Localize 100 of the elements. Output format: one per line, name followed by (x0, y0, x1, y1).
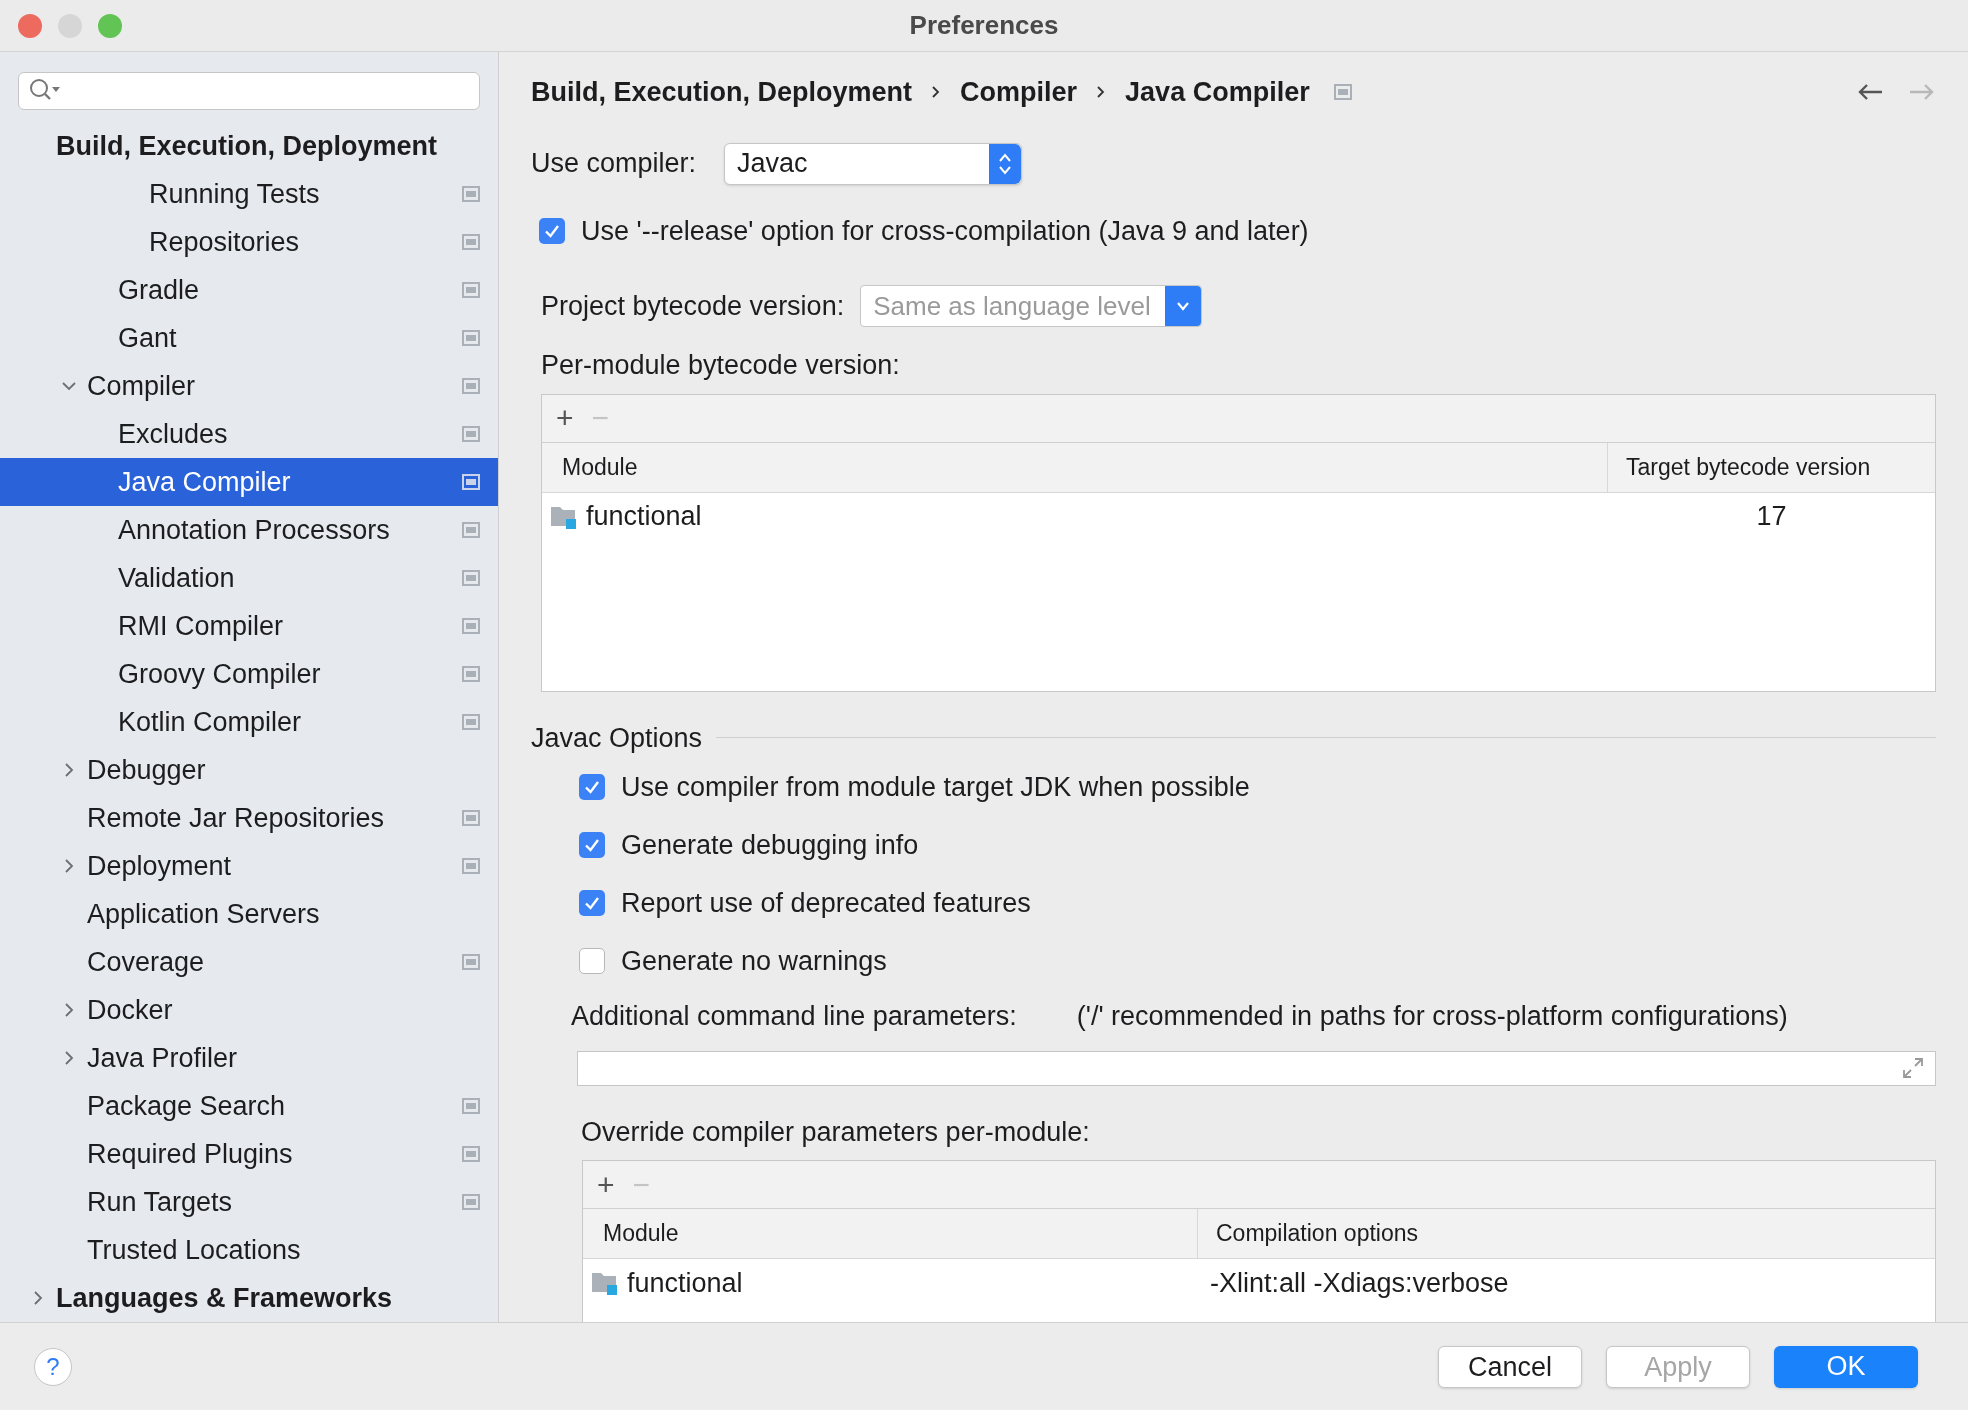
zoom-button[interactable] (98, 13, 122, 38)
search-field[interactable] (18, 72, 480, 110)
tree-item-label: Java Compiler (118, 465, 292, 499)
page-icon (1333, 84, 1352, 101)
tree-item[interactable]: RMI Compiler (0, 602, 498, 650)
tree-item-label: Kotlin Compiler (118, 705, 303, 739)
page-icon (462, 1194, 480, 1210)
tree-item-label: Java Profiler (87, 1041, 239, 1075)
table-cell-text: -Xlint:all -Xdiags:verbose (1209, 1266, 1510, 1300)
tree-item[interactable]: Application Servers (0, 890, 498, 938)
column-header[interactable]: Module (583, 1209, 1198, 1258)
checkbox[interactable] (539, 217, 565, 244)
tree-item[interactable]: Docker (0, 986, 498, 1034)
tree-item-label: Annotation Processors (118, 513, 391, 547)
tree-item[interactable]: Coverage (0, 938, 498, 986)
window-title: Preferences (909, 9, 1059, 42)
page-icon (462, 234, 480, 250)
expand-icon[interactable] (1901, 1056, 1925, 1080)
page-icon (462, 186, 480, 202)
ok-button[interactable]: OK (1774, 1345, 1918, 1388)
column-header[interactable]: Target bytecode version (1608, 449, 1935, 485)
checkbox-label: Generate debugging info (621, 828, 919, 862)
column-header[interactable]: Compilation options (1198, 1216, 1935, 1251)
tree-item[interactable]: Required Plugins (0, 1130, 498, 1178)
tree-item[interactable]: Compiler (0, 362, 498, 410)
close-button[interactable] (18, 13, 42, 38)
page-icon (462, 858, 480, 874)
tree-item-label: RMI Compiler (118, 609, 285, 643)
page-icon (462, 282, 480, 298)
tree-item[interactable]: Java Profiler (0, 1034, 498, 1082)
params-input-field[interactable] (577, 1050, 1936, 1086)
tree-item-label: Deployment (87, 849, 233, 883)
tree-item-label: Gradle (118, 273, 201, 307)
page-icon (462, 810, 480, 826)
table-cell-text: functional (627, 1266, 743, 1300)
page-icon (462, 954, 480, 970)
add-button[interactable]: + (597, 1169, 615, 1200)
tree-item-label: Docker (87, 993, 174, 1027)
tree-item[interactable]: Groovy Compiler (0, 650, 498, 698)
page-icon (462, 1146, 480, 1162)
checkbox-label: Use '--release' option for cross-compilation (Java 9 and later) (581, 214, 1309, 248)
tree-item[interactable]: Package Search (0, 1082, 498, 1130)
checkbox[interactable] (579, 832, 605, 858)
tree-item[interactable]: Languages & Frameworks (0, 1274, 498, 1322)
tree-item[interactable]: Gant (0, 314, 498, 362)
breadcrumb-item: Compiler (960, 76, 1078, 109)
tree-item[interactable]: Build, Execution, Deployment (0, 122, 498, 170)
tree-item-label: Languages & Frameworks (56, 1281, 394, 1315)
tree-item-label: Debugger (87, 753, 207, 787)
compiler-select[interactable]: Javac (724, 142, 1023, 185)
tree-item[interactable]: Gradle (0, 266, 498, 314)
tree-item-label: Groovy Compiler (118, 657, 322, 691)
add-button[interactable]: + (556, 403, 574, 433)
dialog-button[interactable]: Cancel (1438, 1345, 1582, 1388)
tree-item-label: Run Targets (87, 1185, 234, 1219)
tree-item[interactable]: Trusted Locations (0, 1226, 498, 1274)
tree-item[interactable]: Remote Jar Repositories (0, 794, 498, 842)
checkbox[interactable] (579, 890, 605, 916)
tree-item[interactable]: Annotation Processors (0, 506, 498, 554)
module-folder-icon (591, 1270, 619, 1296)
checkbox[interactable] (579, 948, 605, 974)
page-icon (462, 426, 480, 442)
checkbox-label: Report use of deprecated features (621, 886, 1031, 920)
tree-item[interactable]: Debugger (0, 746, 498, 794)
checkbox[interactable] (579, 774, 605, 800)
help-button[interactable]: ? (34, 1347, 72, 1386)
page-icon (462, 570, 480, 586)
checkbox-label: Use compiler from module target JDK when possible (621, 770, 1250, 804)
tree-item[interactable]: Deployment (0, 842, 498, 890)
column-header[interactable]: Module (542, 442, 1608, 492)
additional-params-label: Additional command line parameters: (571, 1000, 1017, 1033)
page-icon (462, 666, 480, 682)
section-title: Javac Options (531, 721, 703, 755)
tree-item-label: Application Servers (87, 897, 321, 931)
tree-item[interactable]: Run Targets (0, 1178, 498, 1226)
tree-item[interactable]: Validation (0, 554, 498, 602)
tree-item-label: Repositories (149, 225, 301, 259)
tree-item[interactable]: Repositories (0, 218, 498, 266)
hint-text: ('/' recommended in paths for cross-platform configurations) (1076, 1000, 1788, 1033)
tree-item-label: Gant (118, 321, 178, 355)
use-compiler-label: Use compiler: (531, 147, 697, 181)
caret-icon (1175, 300, 1192, 312)
tree-item-label: Running Tests (149, 177, 321, 211)
tree-item[interactable]: Excludes (0, 410, 498, 458)
tree-item-label: Remote Jar Repositories (87, 801, 386, 835)
table-cell-text: 17 (1755, 500, 1788, 534)
tree-item[interactable]: Java Compiler (0, 458, 498, 506)
tree-item[interactable]: Running Tests (0, 170, 498, 218)
page-icon (462, 1098, 480, 1114)
bytecode-label: Project bytecode version: (541, 289, 845, 323)
tree-item-label: Build, Execution, Deployment (56, 129, 439, 163)
checkbox-label: Generate no warnings (621, 944, 887, 978)
per-module-label: Per-module bytecode version: (541, 349, 901, 382)
override-label: Override compiler parameters per-module: (581, 1115, 1091, 1149)
tree-item-label: Package Search (87, 1089, 287, 1123)
tree-item-label: Validation (118, 561, 236, 595)
page-icon (462, 378, 480, 394)
tree-item[interactable]: Kotlin Compiler (0, 698, 498, 746)
tree-item-label: Required Plugins (87, 1137, 294, 1171)
breadcrumb-item: Build, Execution, Deployment (531, 76, 913, 109)
